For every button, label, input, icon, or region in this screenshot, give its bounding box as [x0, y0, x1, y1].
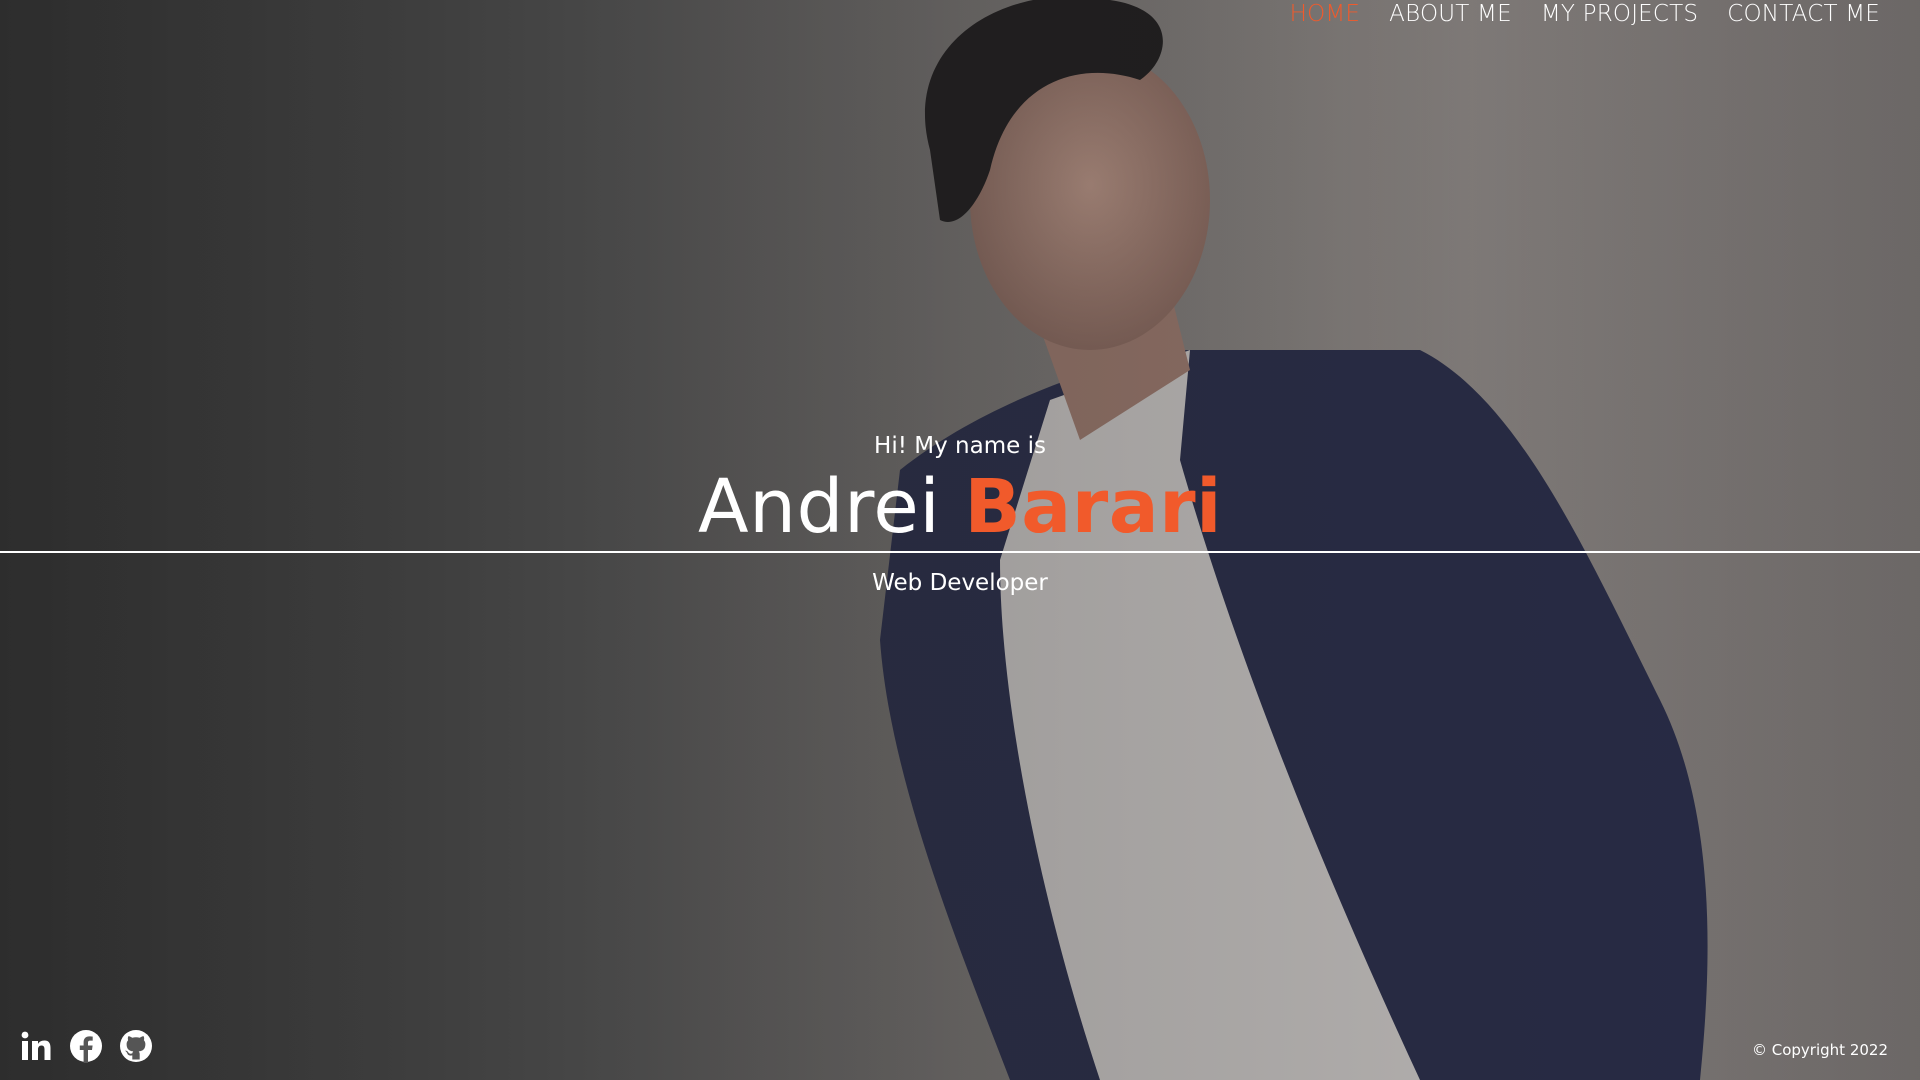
nav-contact-link[interactable]: CONTACT ME	[1727, 0, 1880, 28]
hero-divider	[0, 551, 1920, 553]
hero-first-name: Andrei	[697, 464, 941, 550]
hero-section: Hi! My name is Andrei Barari	[0, 425, 1920, 547]
nav-home-link[interactable]: HOME	[1290, 0, 1361, 28]
facebook-icon[interactable]	[68, 1028, 104, 1064]
nav-projects-link[interactable]: MY PROJECTS	[1541, 0, 1698, 28]
social-links	[18, 1028, 154, 1064]
github-icon[interactable]	[118, 1028, 154, 1064]
copyright-text: © Copyright 2022	[1751, 1041, 1888, 1059]
nav-about-link[interactable]: ABOUT ME	[1389, 0, 1512, 28]
main-nav: HOME ABOUT ME MY PROJECTS CONTACT ME	[1290, 0, 1880, 30]
linkedin-icon[interactable]	[18, 1028, 54, 1064]
hero-last-name: Barari	[964, 464, 1223, 550]
hero-role: Web Developer	[872, 570, 1048, 596]
hero-name: Andrei Barari	[0, 467, 1920, 547]
hero-greeting: Hi! My name is	[874, 433, 1046, 459]
